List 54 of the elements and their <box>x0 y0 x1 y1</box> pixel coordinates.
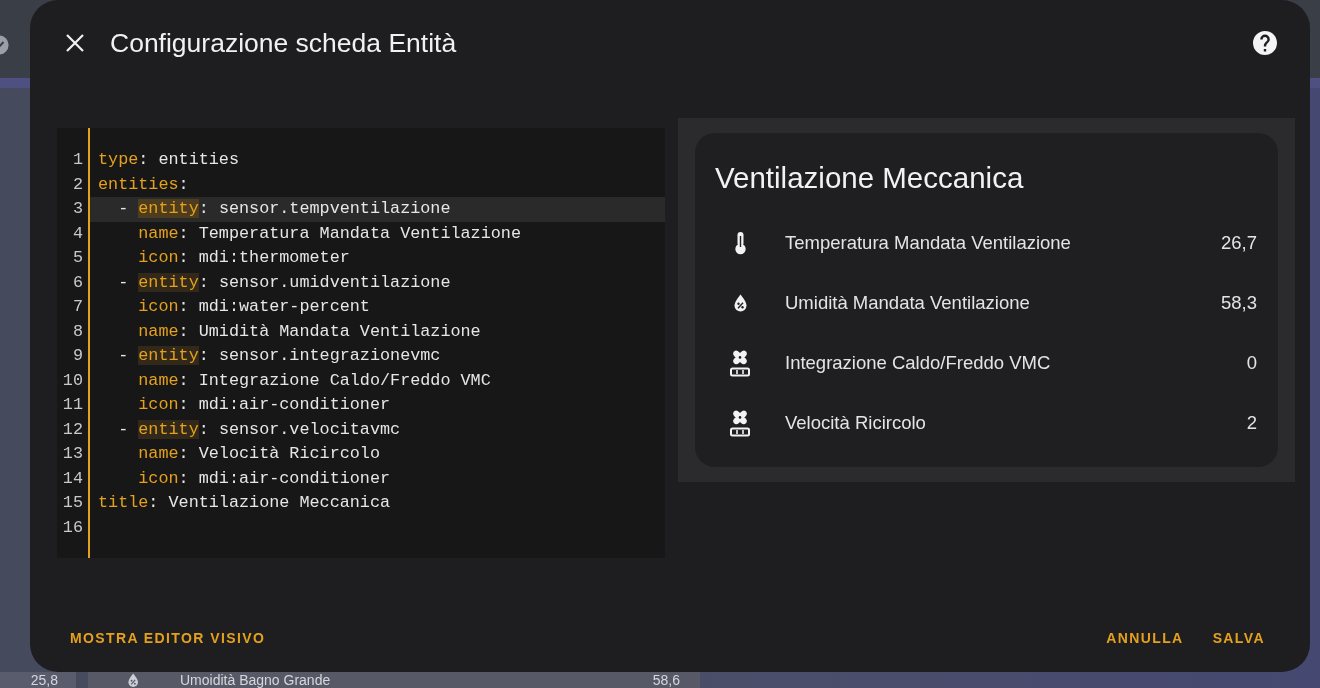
sensor-value: 58,6 <box>652 672 680 688</box>
code-line: icon: mdi:thermometer <box>138 247 350 269</box>
line-number: 13 <box>62 444 83 463</box>
line-number: 4 <box>72 223 83 243</box>
cancel-button[interactable]: ANNULLA <box>1094 622 1196 654</box>
entity-value: 0 <box>1246 352 1257 374</box>
code-line: icon: mdi:water-percent <box>138 296 370 318</box>
line-number: 1 <box>72 150 83 169</box>
entity-value: 26,7 <box>1221 232 1257 254</box>
dialog-title: Configurazione scheda Entità <box>110 27 458 59</box>
code-line: icon: mdi:air-conditioner <box>138 467 391 490</box>
code-editor[interactable] <box>57 128 665 558</box>
fan-icon <box>729 409 751 437</box>
help-icon <box>1253 31 1277 55</box>
line-number: 7 <box>72 297 83 316</box>
water-drop-icon <box>733 294 747 312</box>
line-number: 6 <box>72 272 83 292</box>
visual-editor-button[interactable]: MOSTRA EDITOR VISIVO <box>58 622 278 654</box>
thermometer-icon <box>734 231 746 255</box>
line-number: 2 <box>72 174 83 194</box>
code-line: - entity: sensor.umidventilazione <box>118 271 451 294</box>
entity-value: 2 <box>1246 412 1257 434</box>
sensor-name: Umoidità Bagno Grande <box>180 672 332 688</box>
sensor-value: 25,8 <box>30 672 58 688</box>
line-number: 11 <box>62 395 83 414</box>
entity-name: Temperatura Mandata Ventilazione <box>785 232 1072 254</box>
card-title: Ventilazione Meccanica <box>715 160 1024 196</box>
entity-name: Velocità Ricircolo <box>785 412 927 434</box>
line-number: 5 <box>72 248 83 267</box>
line-number: 8 <box>72 321 83 341</box>
entity-name: Integrazione Caldo/Freddo VMC <box>785 352 1052 374</box>
code-line: - entity: sensor.velocitavmc <box>118 418 401 441</box>
help-button[interactable] <box>1253 31 1277 55</box>
code-line: - entity: sensor.integrazionevmc <box>118 345 441 367</box>
code-line: name: Temperatura Mandata Ventilazione <box>138 222 521 245</box>
line-number: 3 <box>72 199 83 218</box>
line-number: 15 <box>62 493 83 512</box>
line-number: 16 <box>62 517 83 537</box>
line-number: 14 <box>62 468 83 488</box>
save-button[interactable]: SALVA <box>1200 622 1277 654</box>
line-number: 10 <box>62 370 83 390</box>
code-line: icon: mdi:air-conditioner <box>138 394 391 416</box>
code-line: name: Integrazione Caldo/Freddo VMC <box>138 369 491 392</box>
entity-name: Umidità Mandata Ventilazione <box>785 292 1031 314</box>
close-icon <box>66 34 84 52</box>
code-line: name: Velocità Ricircolo <box>138 443 380 465</box>
code-line: type: entities <box>98 149 239 171</box>
entity-value: 58,3 <box>1221 292 1257 314</box>
code-line: entities: <box>98 173 189 196</box>
line-number: 9 <box>72 346 83 365</box>
fan-icon <box>729 349 751 377</box>
line-number: 12 <box>62 419 83 439</box>
code-line: name: Umidità Mandata Ventilazione <box>138 320 481 343</box>
code-line: title: Ventilazione Meccanica <box>98 492 391 514</box>
